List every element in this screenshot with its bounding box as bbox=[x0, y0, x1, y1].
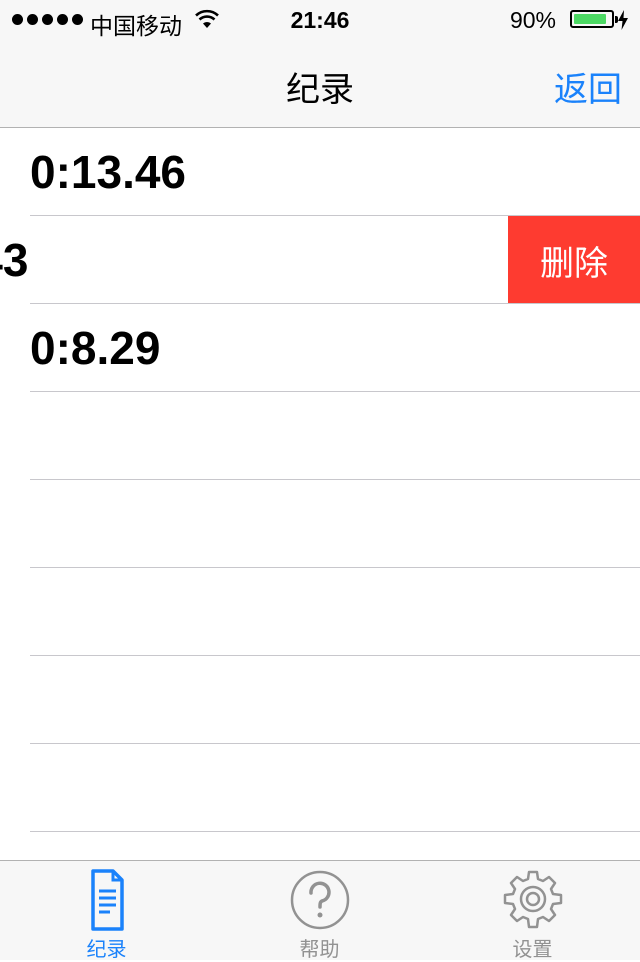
delete-button[interactable]: 删除 bbox=[508, 216, 640, 304]
record-row[interactable]: 0:8.29 bbox=[0, 304, 640, 392]
document-icon bbox=[90, 869, 124, 931]
empty-row bbox=[0, 392, 640, 480]
record-time: 0:8.29 bbox=[30, 322, 161, 374]
empty-row bbox=[0, 568, 640, 656]
empty-row bbox=[0, 656, 640, 744]
tab-label: 纪录 bbox=[86, 939, 127, 961]
charging-bolt-icon bbox=[618, 10, 628, 30]
tab-help[interactable]: 帮助 bbox=[213, 861, 426, 961]
tab-label: 帮助 bbox=[299, 939, 340, 961]
gear-icon bbox=[503, 870, 562, 929]
records-list[interactable]: 0:13.46 0:9.43 删除 0:8.29 bbox=[0, 128, 640, 860]
record-content: 0:8.29 bbox=[0, 304, 640, 392]
record-time: 0:13.46 bbox=[30, 146, 187, 198]
help-circle-icon bbox=[290, 870, 349, 930]
tab-settings[interactable]: 设置 bbox=[426, 861, 639, 961]
empty-row bbox=[0, 744, 640, 832]
back-button[interactable]: 返回 bbox=[554, 62, 622, 111]
record-content: 0:13.46 bbox=[0, 128, 640, 216]
record-row[interactable]: 0:13.46 bbox=[0, 128, 640, 216]
empty-row bbox=[0, 480, 640, 568]
empty-row bbox=[0, 832, 640, 860]
battery-icon bbox=[570, 10, 618, 28]
tab-bar: 纪录 帮助 设置 bbox=[0, 860, 640, 961]
navigation-bar: 纪录 返回 bbox=[0, 40, 640, 128]
record-time: 0:9.43 bbox=[0, 234, 29, 286]
record-content: 0:9.43 bbox=[0, 216, 508, 304]
tab-label: 设置 bbox=[512, 939, 553, 961]
record-row[interactable]: 0:9.43 删除 bbox=[0, 216, 640, 304]
status-bar: 中国移动 21:46 90% bbox=[0, 0, 640, 40]
battery-percentage: 90% bbox=[509, 7, 556, 33]
tab-records[interactable]: 纪录 bbox=[0, 861, 213, 961]
page-title: 纪录 bbox=[286, 71, 354, 109]
